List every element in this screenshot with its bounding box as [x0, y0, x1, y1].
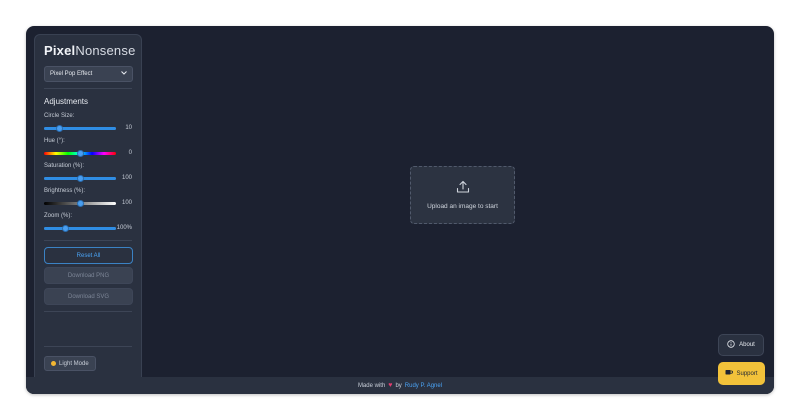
zoom-control: Zoom (%): 100% [44, 213, 132, 232]
light-mode-label: Light Mode [59, 360, 89, 367]
divider [44, 311, 132, 312]
upload-dropzone[interactable]: Upload an image to start [410, 166, 515, 224]
support-label: Support [736, 370, 758, 377]
hue-value: 0 [128, 150, 132, 156]
brightness-slider[interactable] [44, 199, 116, 207]
upload-icon [456, 180, 470, 199]
slider-thumb[interactable] [76, 149, 84, 157]
slider-thumb[interactable] [62, 224, 70, 232]
sidebar: PixelNonsense Pixel Pop Effect Adjustmen… [34, 34, 142, 386]
circle-size-label: Circle Size: [44, 113, 75, 119]
footer-made-with: Made with [357, 382, 386, 389]
about-label: About [739, 342, 755, 348]
upload-text: Upload an image to start [427, 203, 498, 210]
heart-icon: ♥ [388, 382, 393, 389]
footer: Made with ♥ by Rudy P. Agnel [26, 377, 774, 394]
adjustments-title: Adjustments [44, 97, 89, 106]
effect-select-value: Pixel Pop Effect [50, 71, 93, 77]
download-svg-button[interactable]: Download SVG [44, 288, 133, 305]
support-button[interactable]: Support [718, 362, 765, 385]
hue-control: Hue (°): 0 [44, 138, 132, 157]
hue-slider[interactable] [44, 149, 116, 157]
saturation-label: Saturation (%): [44, 163, 85, 169]
divider [44, 346, 132, 347]
app-logo: PixelNonsense [44, 43, 136, 58]
circle-size-control: Circle Size: 10 [44, 113, 132, 132]
sun-icon [51, 361, 56, 366]
circle-size-value: 10 [125, 125, 132, 131]
zoom-label: Zoom (%): [44, 213, 73, 219]
light-mode-button[interactable]: Light Mode [44, 356, 96, 371]
slider-thumb[interactable] [76, 174, 84, 182]
effect-select[interactable]: Pixel Pop Effect [44, 66, 133, 82]
brightness-control: Brightness (%): 100 [44, 188, 132, 207]
saturation-value: 100 [121, 175, 132, 181]
footer-by: by [395, 382, 402, 389]
author-link[interactable]: Rudy P. Agnel [405, 383, 442, 389]
zoom-value: 100% [116, 225, 132, 231]
saturation-slider[interactable] [44, 174, 116, 182]
circle-size-slider[interactable] [44, 124, 116, 132]
slider-thumb[interactable] [56, 124, 64, 132]
zoom-slider[interactable] [44, 224, 116, 232]
slider-thumb[interactable] [76, 199, 84, 207]
app-window: PixelNonsense Pixel Pop Effect Adjustmen… [26, 26, 774, 394]
saturation-control: Saturation (%): 100 [44, 163, 132, 182]
brightness-value: 100 [121, 200, 132, 206]
hue-label: Hue (°): [44, 138, 65, 144]
chevron-down-icon [121, 71, 127, 77]
coffee-icon [725, 369, 734, 378]
divider [44, 88, 132, 89]
download-png-button[interactable]: Download PNG [44, 267, 133, 284]
logo-pixel: Pixel [44, 43, 76, 58]
brightness-label: Brightness (%): [44, 188, 86, 194]
about-button[interactable]: About [718, 334, 764, 356]
divider [44, 240, 132, 241]
info-icon [727, 340, 735, 350]
logo-nonsense: Nonsense [75, 43, 136, 58]
reset-all-button[interactable]: Reset All [44, 247, 133, 264]
